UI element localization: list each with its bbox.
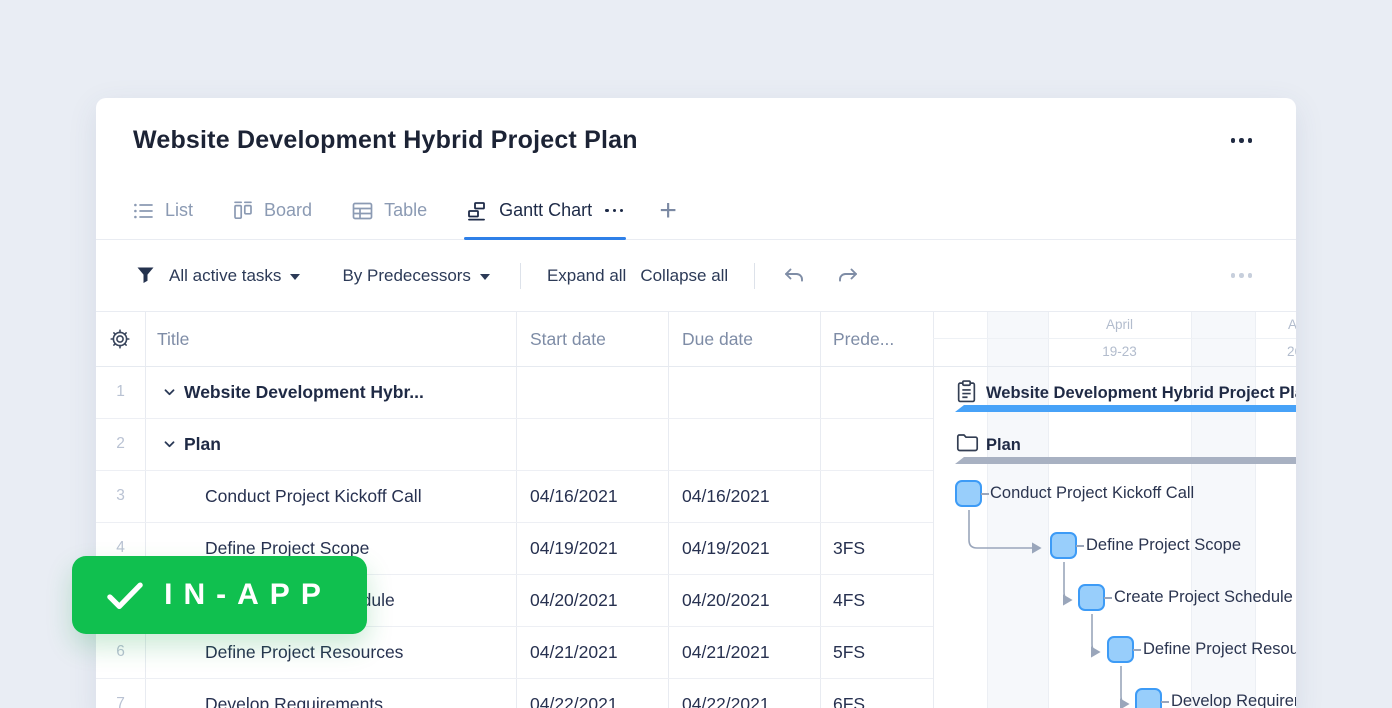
view-tabs: List Board: [96, 182, 1296, 240]
toolbar-divider: [520, 263, 521, 289]
expand-all-button[interactable]: Expand all: [547, 266, 626, 286]
gantt-project-label[interactable]: Website Development Hybrid Project Plan: [986, 380, 1296, 406]
task-bar[interactable]: [1107, 636, 1134, 663]
filter-dropdown[interactable]: All active tasks: [169, 266, 300, 286]
toolbar-divider: [754, 263, 755, 289]
toolbar-more-button[interactable]: [1231, 273, 1253, 278]
ellipsis-icon: [1231, 273, 1236, 278]
table-icon: [352, 202, 373, 220]
page-title: Website Development Hybrid Project Plan: [133, 126, 638, 155]
gantt-task-label[interactable]: Conduct Project Kickoff Call: [990, 480, 1194, 507]
add-view-button[interactable]: +: [659, 196, 677, 226]
list-icon: [133, 202, 154, 220]
page: Website Development Hybrid Project Plan …: [0, 0, 1392, 708]
gantt-toolbar: All active tasks By Predecessors Expand …: [96, 240, 1296, 312]
check-icon: [107, 581, 143, 610]
board-icon: [233, 201, 253, 220]
tab-gantt-chart[interactable]: Gantt Chart: [467, 182, 623, 239]
badge-label: IN-APP: [160, 578, 332, 612]
gantt-task-label[interactable]: Develop Requirements: [1171, 688, 1296, 708]
in-app-badge: IN-APP: [72, 556, 367, 634]
tab-list[interactable]: List: [133, 182, 193, 239]
gantt-main-area: Title Start date Due date Prede... April…: [96, 312, 1296, 708]
project-header: Website Development Hybrid Project Plan: [96, 98, 1296, 182]
project-more-menu-button[interactable]: [1231, 138, 1253, 143]
collapse-all-button[interactable]: Collapse all: [640, 266, 728, 286]
grouping-dropdown-label: By Predecessors: [342, 266, 471, 286]
gantt-task-label[interactable]: Define Project Resources: [1143, 636, 1296, 663]
filter-dropdown-label: All active tasks: [169, 266, 281, 286]
project-icon: [956, 380, 977, 403]
tab-label: Board: [264, 200, 312, 221]
project-summary-bar[interactable]: [955, 405, 1296, 412]
grouping-dropdown[interactable]: By Predecessors: [342, 266, 490, 286]
gantt-task-label[interactable]: Create Project Schedule: [1114, 584, 1293, 611]
gantt-folder-label[interactable]: Plan: [986, 432, 1021, 458]
task-bar[interactable]: [1135, 688, 1162, 708]
gantt-chart-icon: [467, 201, 488, 221]
task-bar[interactable]: [1078, 584, 1105, 611]
task-bar[interactable]: [955, 480, 982, 507]
tab-label: List: [165, 200, 193, 221]
caret-down-icon: [480, 274, 490, 280]
tab-table[interactable]: Table: [352, 182, 427, 239]
caret-down-icon: [290, 274, 300, 280]
tab-more-icon[interactable]: [605, 209, 623, 212]
task-bar[interactable]: [1050, 532, 1077, 559]
folder-summary-bar[interactable]: [955, 457, 1296, 464]
tab-label: Table: [384, 200, 427, 221]
tab-label: Gantt Chart: [499, 200, 592, 221]
ellipsis-icon: [1231, 138, 1236, 143]
folder-icon: [956, 433, 979, 453]
redo-icon: [835, 267, 859, 285]
undo-icon: [783, 267, 807, 285]
gantt-task-label[interactable]: Define Project Scope: [1086, 532, 1241, 559]
tab-board[interactable]: Board: [233, 182, 312, 239]
undo-button[interactable]: [783, 267, 807, 285]
redo-button[interactable]: [835, 267, 859, 285]
filter-icon[interactable]: [136, 266, 155, 285]
